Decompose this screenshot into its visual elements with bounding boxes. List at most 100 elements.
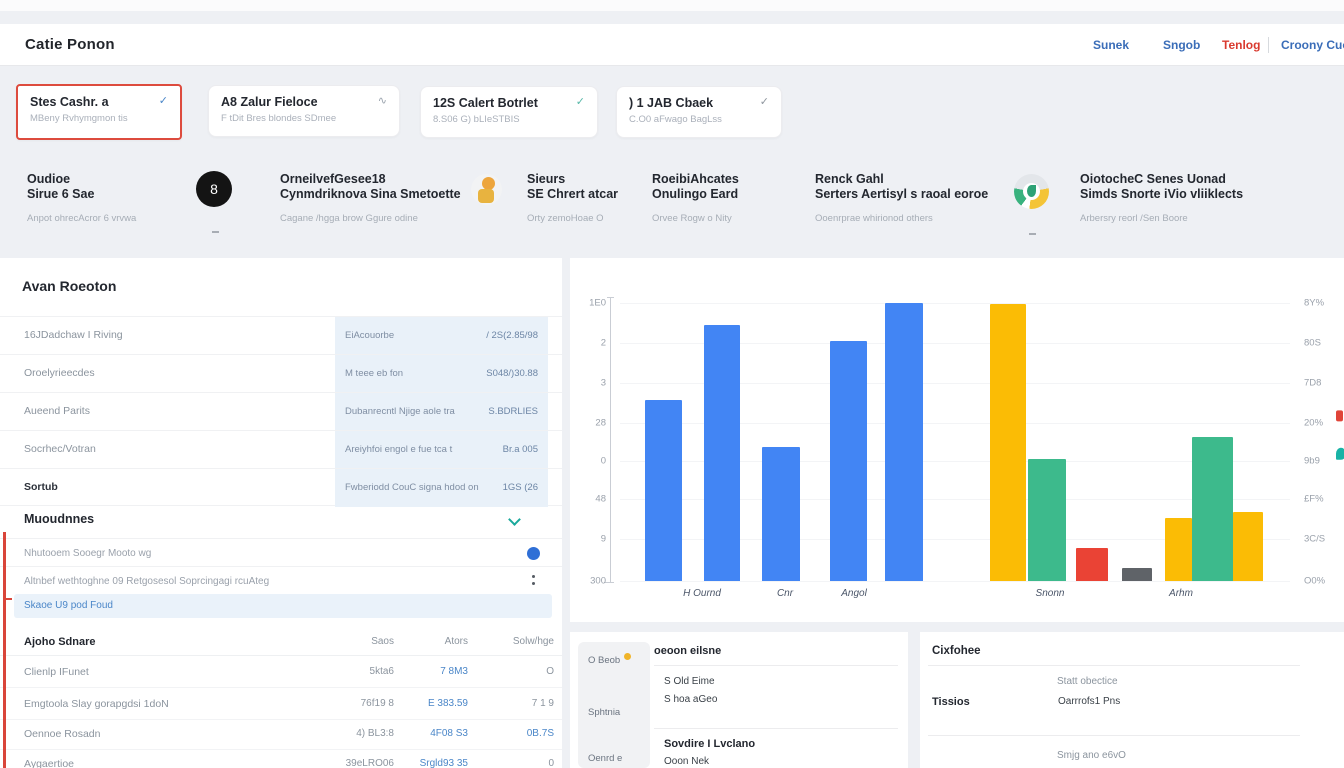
nav-separator bbox=[1268, 37, 1269, 53]
feature-item-1[interactable]: Oudioe Sirue 6 Sae Anpot ohrecAcror 6 vr… bbox=[27, 172, 136, 224]
report-row[interactable]: Aueend Parits Dubanrecntl Njige aole tra… bbox=[0, 392, 562, 430]
feature-title: RoeibiAhcates bbox=[652, 172, 739, 187]
y-axis-tick-label: 9 bbox=[601, 534, 606, 545]
row-cell-link[interactable]: 0B.7S bbox=[527, 728, 554, 739]
report-row-value: 1GS (26 bbox=[503, 482, 538, 493]
y-axis-tick-label: 2 bbox=[601, 338, 606, 349]
y-axis-tick-label: 0 bbox=[601, 456, 606, 467]
y-axis-tick-label: 3 bbox=[601, 378, 606, 389]
red-annotation-line bbox=[3, 532, 6, 768]
feature-item-6[interactable]: OiotocheC Senes Uonad Simds Snorte iVio … bbox=[1080, 172, 1243, 224]
report-row-mid: Dubanrecntl Njige aole tra bbox=[345, 406, 455, 417]
dash-mark bbox=[1029, 233, 1036, 235]
feature-title: Sieurs bbox=[527, 172, 618, 187]
see-more-link[interactable]: Skaoe U9 pod Foud bbox=[24, 600, 113, 611]
chevron-down-icon[interactable] bbox=[508, 513, 521, 526]
nav-link-1[interactable]: Sunek bbox=[1093, 38, 1129, 52]
chart-x-label: H Ournd bbox=[683, 588, 721, 599]
dots-icon[interactable] bbox=[532, 575, 535, 587]
app-logo: Catie Ponon bbox=[25, 36, 115, 53]
row-cell-link[interactable]: 4F08 S3 bbox=[430, 728, 468, 739]
nav-link-4[interactable]: Croony Cuo bbox=[1281, 38, 1344, 52]
section-item-label: Nhutooem Sooegr Mooto wg bbox=[24, 548, 151, 559]
report-row[interactable]: Sortub Fwberiodd CouC signa hdod on 1GS … bbox=[0, 468, 562, 506]
blue-dot-icon[interactable] bbox=[527, 547, 540, 560]
row-cell: O bbox=[546, 666, 554, 677]
column-header: Saos bbox=[371, 636, 394, 647]
report-row-mid: Areiyhfoi engol e fue tca t bbox=[345, 444, 452, 455]
mini-sidebar-item[interactable]: Oenrd e bbox=[588, 753, 622, 764]
chart-bar bbox=[1028, 459, 1066, 581]
panel-subheading: Sovdire I Lvclano bbox=[664, 738, 755, 750]
nav-link-3[interactable]: Tenlog bbox=[1222, 38, 1260, 52]
chart-y-axis-right: 8Y%80S7D820%9b9£F%3C/SO0% bbox=[1304, 295, 1344, 595]
profile-circle-icon[interactable]: 8 bbox=[196, 171, 232, 207]
panel-heading: Cixfohee bbox=[932, 645, 981, 657]
stat-card-subtitle: 8.S06 G) bLIeSTBIS bbox=[433, 114, 585, 125]
row-cell: 7 1 9 bbox=[532, 698, 554, 709]
check-icon: ✓ bbox=[159, 95, 168, 107]
report-row[interactable]: 16JDadchaw I Riving EiAcouorbe / 2S(2.85… bbox=[0, 316, 562, 354]
divider bbox=[654, 665, 898, 666]
feature-item-4[interactable]: RoeibiAhcates Onulingo Eard Orvee Rogw o… bbox=[652, 172, 739, 224]
section-item-label: Altnbef wethtoghne 09 Retgosesol Soprcin… bbox=[24, 576, 269, 587]
app-header: Catie Ponon Sunek Sngob Tenlog Croony Cu… bbox=[0, 24, 1344, 66]
feature-subtitle: Orty zemoHoae O bbox=[527, 213, 618, 224]
panel-heading: oeoon eilsne bbox=[654, 645, 721, 657]
report-row-values: Fwberiodd CouC signa hdod on 1GS (26 bbox=[335, 469, 548, 507]
mini-sidebar-item[interactable]: O Beob bbox=[588, 655, 620, 666]
report-row-mid: Fwberiodd CouC signa hdod on bbox=[345, 482, 479, 493]
divider bbox=[928, 665, 1300, 666]
report-row-mid: EiAcouorbe bbox=[345, 330, 394, 341]
y-axis-tick-label: 1E0 bbox=[589, 298, 606, 309]
section-item[interactable]: Nhutooem Sooegr Mooto wg bbox=[0, 538, 562, 566]
chart-plot bbox=[620, 295, 1290, 581]
profile-circle-glyph: 8 bbox=[210, 181, 218, 197]
feature-subtitle: Ooenrprae whirionod others bbox=[815, 213, 988, 224]
chart-x-label: Cnr bbox=[777, 588, 793, 599]
stat-card-4[interactable]: ) 1 JAB Cbaek ✓ C.O0 aFwago BagLss bbox=[616, 86, 782, 138]
table-row[interactable]: Clienlp IFunet 5kta6 7 8M3 O bbox=[0, 658, 562, 688]
row-cell-link[interactable]: Srgld93 35 bbox=[420, 758, 468, 768]
stat-card-3[interactable]: 12S Calert Botrlet ✓ 8.S06 G) bLIeSTBIS bbox=[420, 86, 598, 138]
report-row[interactable]: Oroelyrieecdes M teee eb fon S048/)30.88 bbox=[0, 354, 562, 392]
stat-card-subtitle: C.O0 aFwago BagLss bbox=[629, 114, 769, 125]
column-header: Solw/hge bbox=[513, 636, 554, 647]
orange-figure-icon[interactable] bbox=[471, 174, 502, 205]
chart-x-labels: H OurndCnrAngolSnonnArhm bbox=[620, 588, 1290, 608]
stat-card-highlighted[interactable]: Stes Cashr. a ✓ MBeny Rvhymgmon tis bbox=[16, 84, 182, 140]
panel-text: Ooon Nek bbox=[664, 756, 709, 767]
section-item[interactable]: Altnbef wethtoghne 09 Retgosesol Soprcin… bbox=[0, 566, 562, 594]
stat-card-2[interactable]: A8 Zalur Fieloce ∿ F tDit Bres blondes S… bbox=[208, 85, 400, 137]
row-cell-link[interactable]: E 383.59 bbox=[428, 698, 468, 709]
feature-subtitle: Anpot ohrecAcror 6 vrvwa bbox=[27, 213, 136, 224]
feature-item-3[interactable]: Sieurs SE Chrert atcar Orty zemoHoae O bbox=[527, 172, 618, 224]
pie-chart-icon[interactable] bbox=[1014, 174, 1049, 209]
nav-link-2[interactable]: Sngob bbox=[1163, 38, 1200, 52]
gridline bbox=[620, 581, 1290, 582]
top-strip bbox=[0, 0, 1344, 11]
report-row-label: Sortub bbox=[24, 481, 58, 493]
mini-sidebar-item[interactable]: Sphtnia bbox=[588, 707, 620, 718]
chart-bar bbox=[762, 447, 800, 581]
collapsible-section-header[interactable]: Muoudnnes bbox=[0, 506, 562, 536]
panel-value: Oarrrofs1 Pns bbox=[1058, 696, 1120, 707]
chart-bar bbox=[1122, 568, 1152, 581]
table-row[interactable]: Oennoe Rosadn 4) BL3:8 4F08 S3 0B.7S bbox=[0, 720, 562, 750]
squiggle-icon: ∿ bbox=[378, 95, 387, 107]
see-more-link-row[interactable]: Skaoe U9 pod Foud bbox=[14, 594, 552, 618]
row-cell: 4) BL3:8 bbox=[356, 728, 394, 739]
feature-item-2[interactable]: OrneilvefGesee18 Cynmdriknova Sina Smeto… bbox=[280, 172, 461, 224]
chart-bar bbox=[1165, 518, 1192, 581]
table-row[interactable]: Emgtoola Slay gorapgdsi 1doN 76f19 8 E 3… bbox=[0, 690, 562, 720]
y-axis-tick-label: 80S bbox=[1304, 338, 1321, 349]
bottom-table-header: Ajoho Sdnare Saos Ators Solw/hge bbox=[0, 628, 562, 656]
report-row[interactable]: Socrhec/Votran Areiyhfoi engol e fue tca… bbox=[0, 430, 562, 468]
feature-item-5[interactable]: Renck Gahl Serters Aertisyl s raoal eoro… bbox=[815, 172, 988, 224]
table-row[interactable]: Aygaertioe 39eLRO06 Srgld93 35 0 bbox=[0, 750, 562, 768]
y-axis-tick-label: 8Y% bbox=[1304, 298, 1324, 309]
gridline bbox=[620, 303, 1290, 304]
report-row-label: Aueend Parits bbox=[24, 405, 90, 417]
figure-body bbox=[478, 189, 494, 203]
row-cell-link[interactable]: 7 8M3 bbox=[440, 666, 468, 677]
